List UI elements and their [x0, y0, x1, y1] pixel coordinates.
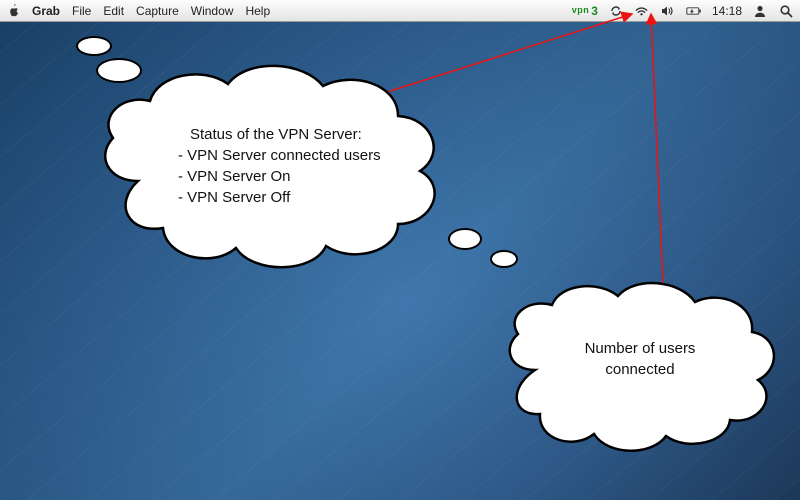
menu-file[interactable]: File: [72, 4, 91, 18]
annotation-cloud-vpn-status: Status of the VPN Server: - VPN Server c…: [68, 46, 468, 286]
thought-bubble-small: [448, 228, 482, 250]
cloud1-heading: Status of the VPN Server:: [178, 124, 428, 145]
spotlight-icon[interactable]: [778, 3, 794, 19]
menu-bar: Grab File Edit Capture Window Help vpn 3…: [0, 0, 800, 22]
annotation-cloud-user-count: Number of users connected: [480, 270, 780, 460]
vpn-status-menu-extra[interactable]: vpn 3: [572, 4, 598, 18]
menu-window[interactable]: Window: [191, 4, 234, 18]
volume-icon[interactable]: [660, 3, 676, 19]
cloud2-line1: Number of users: [560, 338, 720, 359]
menu-capture[interactable]: Capture: [136, 4, 179, 18]
cloud1-line3: - VPN Server Off: [178, 187, 428, 208]
user-icon[interactable]: [752, 3, 768, 19]
sync-icon[interactable]: [608, 3, 624, 19]
vpn-user-count: 3: [591, 4, 598, 18]
vpn-label: vpn: [572, 5, 590, 15]
menu-bar-clock[interactable]: 14:18: [712, 4, 742, 18]
cloud2-line2: connected: [560, 359, 720, 380]
wifi-icon[interactable]: [634, 3, 650, 19]
apple-menu-icon[interactable]: [6, 4, 20, 18]
battery-icon[interactable]: [686, 3, 702, 19]
menu-edit[interactable]: Edit: [103, 4, 124, 18]
menu-help[interactable]: Help: [245, 4, 270, 18]
cloud1-line1: - VPN Server connected users: [178, 145, 428, 166]
cloud1-line2: - VPN Server On: [178, 166, 428, 187]
active-app-name[interactable]: Grab: [32, 4, 60, 18]
thought-bubble-small: [490, 250, 518, 268]
